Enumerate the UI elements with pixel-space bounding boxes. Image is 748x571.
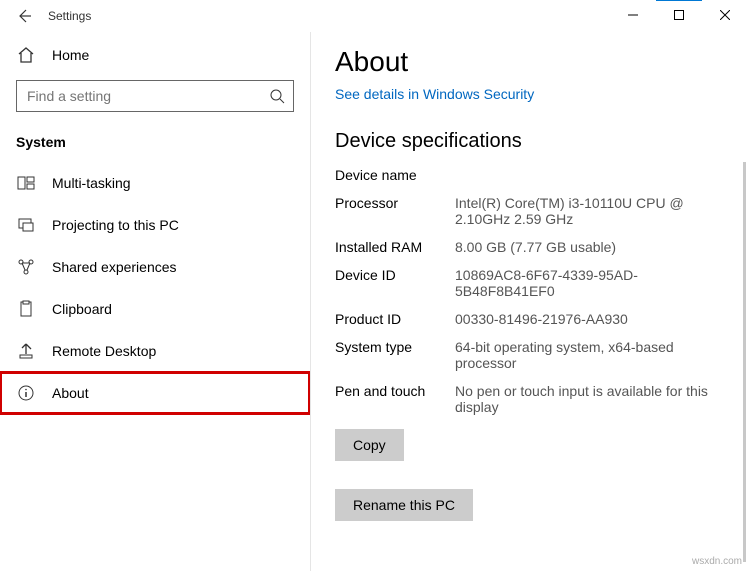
sidebar-section-label: System bbox=[0, 128, 310, 162]
sidebar-item-about[interactable]: About bbox=[0, 372, 310, 414]
spec-value: No pen or touch input is available for t… bbox=[455, 383, 724, 415]
spec-value bbox=[455, 167, 724, 183]
spec-key: Device name bbox=[335, 167, 447, 183]
info-icon bbox=[16, 384, 36, 402]
back-button[interactable] bbox=[0, 8, 48, 24]
spec-value: 10869AC8-6F67-4339-95AD-5B48F8B41EF0 bbox=[455, 267, 724, 299]
scrollbar[interactable] bbox=[743, 162, 746, 562]
home-icon bbox=[16, 46, 36, 64]
close-button[interactable] bbox=[702, 0, 748, 30]
sidebar-item-multitasking[interactable]: Multi-tasking bbox=[0, 162, 310, 204]
sidebar-item-label: About bbox=[52, 385, 89, 401]
spec-key: Pen and touch bbox=[335, 383, 447, 415]
spec-key: Device ID bbox=[335, 267, 447, 299]
clipboard-icon bbox=[16, 300, 36, 318]
spec-heading: Device specifications bbox=[335, 130, 724, 153]
sidebar-item-label: Remote Desktop bbox=[52, 343, 156, 359]
page-title: About bbox=[335, 46, 724, 78]
spec-value: 00330-81496-21976-AA930 bbox=[455, 311, 724, 327]
projecting-icon bbox=[16, 216, 36, 234]
rename-pc-button[interactable]: Rename this PC bbox=[335, 489, 473, 521]
remote-icon bbox=[16, 342, 36, 360]
title-bar: Settings bbox=[0, 0, 748, 32]
spec-key: Processor bbox=[335, 195, 447, 227]
spec-key: Product ID bbox=[335, 311, 447, 327]
copy-button[interactable]: Copy bbox=[335, 429, 404, 461]
spec-value: 64-bit operating system, x64-based proce… bbox=[455, 339, 724, 371]
minimize-button[interactable] bbox=[610, 0, 656, 30]
sidebar-item-label: Multi-tasking bbox=[52, 175, 131, 191]
maximize-button[interactable] bbox=[656, 0, 702, 30]
sidebar: Home System Multi-tasking Projecting to … bbox=[0, 32, 310, 571]
sidebar-item-shared[interactable]: Shared experiences bbox=[0, 246, 310, 288]
watermark: wsxdn.com bbox=[692, 556, 742, 567]
nav-home[interactable]: Home bbox=[0, 36, 310, 74]
spec-key: System type bbox=[335, 339, 447, 371]
sidebar-item-label: Projecting to this PC bbox=[52, 217, 179, 233]
content-pane: About See details in Windows Security De… bbox=[310, 32, 748, 571]
multitasking-icon bbox=[16, 174, 36, 192]
security-link[interactable]: See details in Windows Security bbox=[335, 86, 724, 102]
spec-value: 8.00 GB (7.77 GB usable) bbox=[455, 239, 724, 255]
search-icon bbox=[269, 88, 285, 104]
sidebar-item-clipboard[interactable]: Clipboard bbox=[0, 288, 310, 330]
spec-value: Intel(R) Core(TM) i3-10110U CPU @ 2.10GH… bbox=[455, 195, 724, 227]
sidebar-item-label: Clipboard bbox=[52, 301, 112, 317]
nav-home-label: Home bbox=[52, 47, 89, 63]
sidebar-item-remote[interactable]: Remote Desktop bbox=[0, 330, 310, 372]
sidebar-item-label: Shared experiences bbox=[52, 259, 177, 275]
spec-table: Device name Processor Intel(R) Core(TM) … bbox=[335, 167, 724, 415]
spec-key: Installed RAM bbox=[335, 239, 447, 255]
shared-icon bbox=[16, 258, 36, 276]
search-box[interactable] bbox=[16, 80, 294, 112]
sidebar-item-projecting[interactable]: Projecting to this PC bbox=[0, 204, 310, 246]
search-input[interactable] bbox=[25, 87, 269, 105]
window-title: Settings bbox=[48, 9, 91, 23]
